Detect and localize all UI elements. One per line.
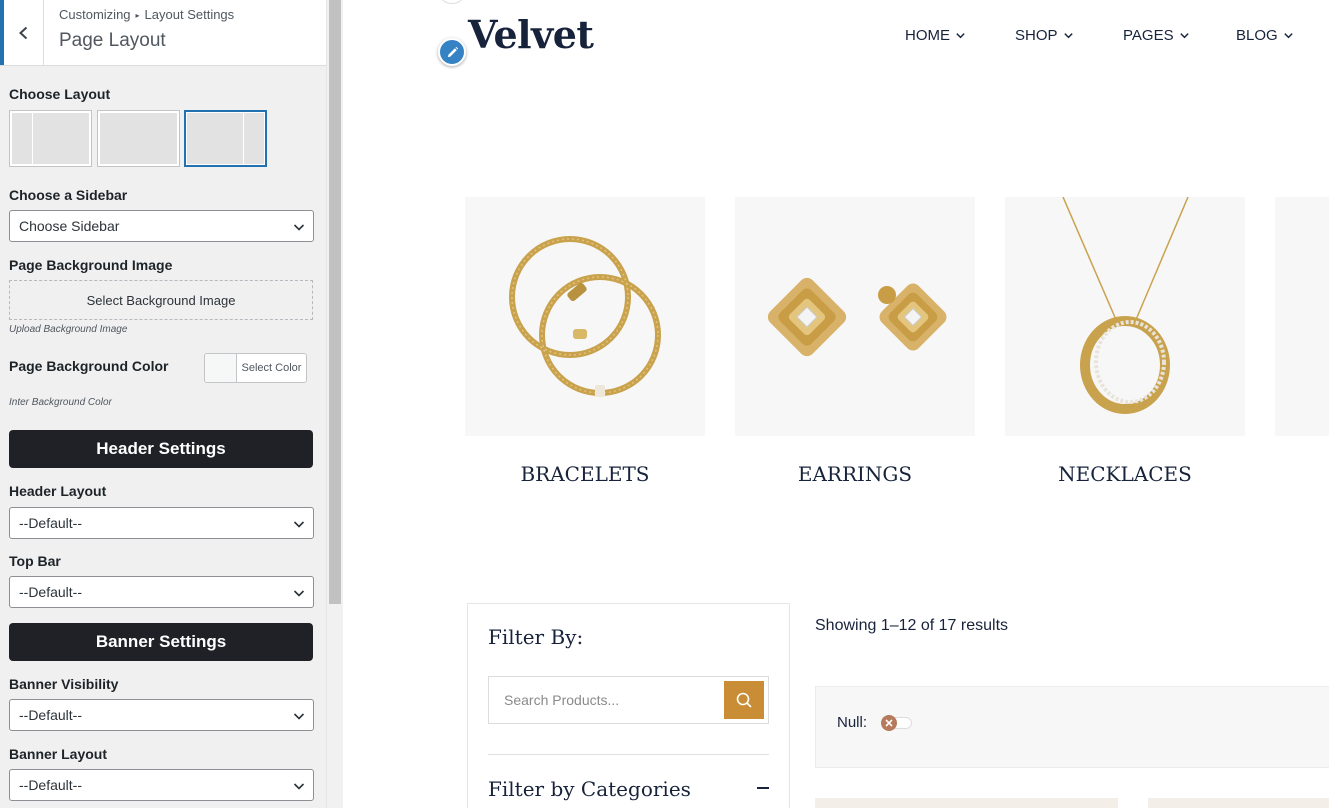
close-icon[interactable] <box>881 715 897 731</box>
search-icon <box>736 692 752 708</box>
product-card-partial[interactable] <box>815 798 1118 808</box>
nav-label: PAGES <box>1123 27 1174 44</box>
filter-by-categories-title[interactable]: Filter by Categories <box>488 777 691 801</box>
nav-pages[interactable]: PAGES <box>1123 27 1190 44</box>
filter-title: Filter By: <box>488 625 584 649</box>
nav-shop[interactable]: SHOP <box>1015 27 1074 44</box>
sidebar-select[interactable]: Choose Sidebar <box>9 210 314 242</box>
top-bar-select[interactable]: --Default-- <box>9 576 314 608</box>
banner-visibility-label: Banner Visibility <box>9 676 119 692</box>
header-settings-button[interactable]: Header Settings <box>9 430 313 468</box>
layout-option-left-sidebar[interactable] <box>9 110 92 167</box>
layout-option-no-sidebar[interactable] <box>97 110 180 167</box>
select-color-label: Select Color <box>237 354 306 382</box>
banner-layout-select[interactable]: --Default-- <box>9 769 314 801</box>
filter-sidebar: Filter By: Filter by Categories <box>467 603 790 808</box>
bg-image-label: Page Background Image <box>9 257 173 273</box>
nav-label: HOME <box>905 27 950 44</box>
layout-option-right-sidebar[interactable] <box>184 110 267 167</box>
product-search <box>488 676 769 724</box>
header-layout-label: Header Layout <box>9 483 107 499</box>
customizer-panel: Customizing ▸ Layout Settings Page Layout … <box>0 0 326 808</box>
layout-thumbnail <box>187 113 264 164</box>
panel-title: Page Layout <box>59 30 166 51</box>
chevron-left-icon <box>18 26 27 39</box>
chevron-down-icon <box>1284 33 1293 39</box>
nav-label: BLOG <box>1236 27 1278 44</box>
banner-layout-label: Banner Layout <box>9 746 108 762</box>
site-logo[interactable]: Velvet <box>468 12 594 57</box>
category-image-bracelets[interactable] <box>465 197 705 436</box>
product-card-partial[interactable] <box>1148 798 1329 808</box>
category-title-earrings[interactable]: EARRINGS <box>735 462 975 486</box>
bg-color-label: Page Background Color <box>9 358 169 374</box>
collapse-minus-icon[interactable] <box>757 787 769 789</box>
nav-blog[interactable]: BLOG <box>1236 27 1294 44</box>
active-filters-bar: Null: <box>815 686 1329 768</box>
nav-label: SHOP <box>1015 27 1058 44</box>
category-title-bracelets[interactable]: BRACELETS <box>465 462 705 486</box>
back-button[interactable] <box>0 0 44 65</box>
bg-color-hint: Inter Background Color <box>9 397 112 408</box>
select-background-image-button[interactable]: Select Background Image <box>9 280 313 320</box>
banner-visibility-value: --Default-- <box>19 707 83 723</box>
top-bar-value: --Default-- <box>19 584 83 600</box>
breadcrumb-separator-icon: ▸ <box>135 11 140 20</box>
breadcrumb-root: Customizing <box>59 7 131 22</box>
banner-settings-button[interactable]: Banner Settings <box>9 623 313 661</box>
bg-image-hint: Upload Background Image <box>9 324 128 335</box>
product-search-input[interactable] <box>489 677 723 723</box>
choose-sidebar-label: Choose a Sidebar <box>9 187 128 203</box>
search-button[interactable] <box>724 681 764 719</box>
banner-visibility-select[interactable]: --Default-- <box>9 699 314 731</box>
breadcrumb: Customizing ▸ Layout Settings <box>59 7 234 22</box>
panel-header: Customizing ▸ Layout Settings Page Layout <box>0 0 326 66</box>
active-filter-label: Null: <box>837 714 868 731</box>
results-count: Showing 1–12 of 17 results <box>815 617 1009 634</box>
header-layout-select[interactable]: --Default-- <box>9 507 314 539</box>
category-image-necklaces[interactable] <box>1005 197 1245 436</box>
category-image-partial[interactable] <box>1275 197 1329 436</box>
choose-layout-label: Choose Layout <box>9 86 111 102</box>
select-color-button[interactable]: Select Color <box>204 353 307 383</box>
scrollbar-thumb[interactable] <box>329 0 341 604</box>
header-layout-value: --Default-- <box>19 515 83 531</box>
banner-layout-value: --Default-- <box>19 777 83 793</box>
top-bar-label: Top Bar <box>9 553 61 569</box>
remove-filter-toggle[interactable] <box>881 715 912 731</box>
category-image-earrings[interactable] <box>735 197 975 436</box>
chevron-down-icon <box>293 590 305 597</box>
sidebar-select-value: Choose Sidebar <box>19 218 120 234</box>
nav-home[interactable]: HOME <box>905 27 966 44</box>
chevron-down-icon <box>293 783 305 790</box>
chevron-down-icon <box>293 521 305 528</box>
edit-shortcut-partial <box>440 0 464 4</box>
layout-thumbnail <box>100 113 177 164</box>
chevron-down-icon <box>293 713 305 720</box>
breadcrumb-current: Layout Settings <box>144 7 235 22</box>
chevron-down-icon <box>1179 33 1189 39</box>
chevron-down-icon <box>1063 33 1073 39</box>
divider <box>488 754 769 755</box>
panel-scrollbar[interactable] <box>326 0 343 808</box>
edit-pencil-icon[interactable] <box>438 38 466 66</box>
chevron-down-icon <box>293 224 305 231</box>
site-preview: Velvet HOME SHOP PAGES BLOG BRACELETS EA… <box>343 0 1329 808</box>
chevron-down-icon <box>956 33 965 39</box>
color-swatch <box>205 354 237 382</box>
category-title-necklaces[interactable]: NECKLACES <box>1005 462 1245 486</box>
layout-thumbnail <box>12 113 89 164</box>
